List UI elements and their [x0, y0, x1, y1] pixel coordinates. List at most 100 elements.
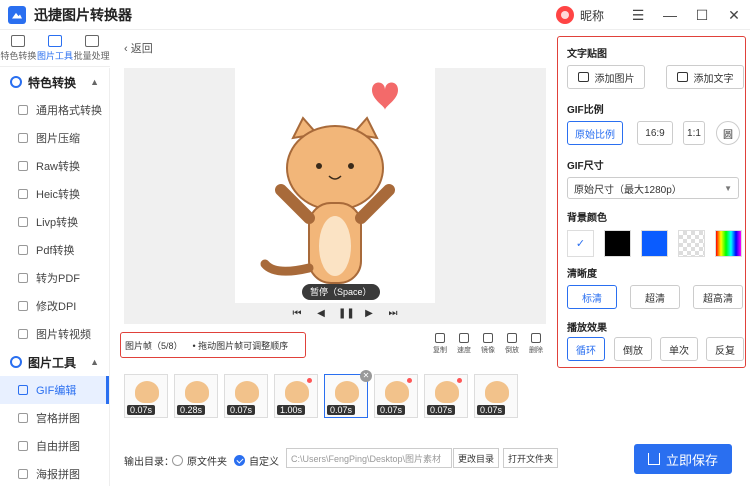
ratio-original-button[interactable]: 原始比例 — [567, 121, 623, 145]
frame-thumb-selected[interactable]: ✕ 0.07s — [324, 370, 372, 418]
mirror-button[interactable]: 镜像 — [478, 333, 498, 355]
sidebar-item[interactable]: Pdf转换 — [0, 236, 109, 264]
sidebar-item[interactable]: 修改DPI — [0, 292, 109, 320]
frame-image — [285, 381, 309, 403]
bg-custom-swatch[interactable] — [715, 230, 742, 257]
pause-icon[interactable]: ❚❚ — [338, 308, 355, 319]
convert-icon — [11, 35, 26, 47]
group-icon — [10, 356, 22, 368]
add-image-button[interactable]: 添加图片 — [567, 65, 645, 89]
bg-blue-swatch[interactable] — [641, 230, 668, 257]
bg-black-swatch[interactable] — [604, 230, 631, 257]
sidebar-item-label: 自由拼图 — [36, 441, 80, 453]
sidebar-group-tools[interactable]: 图片工具 ▲ — [0, 348, 109, 376]
next-frame-icon[interactable]: ▶ — [362, 308, 376, 319]
play-once-button[interactable]: 单次 — [660, 337, 698, 361]
save-label: 立即保存 — [665, 452, 718, 468]
frame-thumb[interactable]: 0.07s — [424, 374, 468, 418]
delete-button[interactable]: 删除 — [526, 333, 546, 355]
avatar[interactable] — [555, 6, 574, 24]
tab-batch[interactable]: 批量处理 — [73, 31, 110, 66]
sidebar-item[interactable]: 图片转视频 — [0, 320, 109, 348]
close-icon[interactable]: ✕ — [718, 7, 750, 24]
sidebar-item[interactable]: 海报拼图 — [0, 460, 109, 486]
save-now-button[interactable]: 立即保存 — [634, 444, 732, 474]
frame-thumb[interactable]: 0.07s — [474, 374, 518, 418]
frame-thumb[interactable]: 0.07s — [374, 374, 418, 418]
chevron-down-icon: ▼ — [724, 183, 732, 193]
radio-custom-folder[interactable]: 自定义 — [234, 453, 279, 468]
item-icon — [18, 217, 28, 227]
sidebar-item-gif-edit[interactable]: GIF编辑 — [0, 376, 109, 404]
nickname[interactable]: 昵称 — [580, 7, 604, 24]
frame-thumb[interactable]: 0.07s — [224, 374, 268, 418]
ratio-circle-button[interactable]: 圆 — [716, 121, 740, 145]
clarity-hd-button[interactable]: 超清 — [630, 285, 680, 309]
play-loop-button[interactable]: 循环 — [567, 337, 605, 361]
frame-thumb[interactable]: 0.07s — [124, 374, 168, 418]
frame-duration[interactable]: 0.07s — [377, 405, 406, 415]
menu-icon[interactable]: ☰ — [622, 7, 654, 24]
frame-thumb[interactable]: 0.28s — [174, 374, 218, 418]
gif-size-select[interactable]: 原始尺寸（最大1280p） ▼ — [567, 177, 739, 199]
minimize-icon[interactable]: — — [654, 7, 686, 23]
bg-white-swatch[interactable]: ✓ — [567, 230, 594, 257]
add-text-button[interactable]: 添加文字 — [666, 65, 744, 89]
frame-thumb[interactable]: 1.00s — [274, 374, 318, 418]
frame-duration[interactable]: 0.07s — [477, 405, 506, 415]
play-repeat-button[interactable]: 反复 — [706, 337, 744, 361]
frame-duration[interactable]: 0.07s — [427, 405, 456, 415]
remove-frame-icon[interactable]: ✕ — [360, 370, 372, 382]
sidebar-item-label: Raw转换 — [36, 161, 81, 173]
frame-duration[interactable]: 0.07s — [327, 405, 356, 415]
maximize-icon[interactable]: ☐ — [686, 7, 718, 24]
first-frame-icon[interactable]: ⏮ — [290, 308, 304, 319]
trash-icon — [531, 333, 541, 343]
tab-image-tools[interactable]: 图片工具 — [37, 31, 74, 66]
item-icon — [18, 469, 28, 479]
prev-frame-icon[interactable]: ◀ — [314, 308, 328, 319]
frame-duration[interactable]: 0.07s — [127, 405, 156, 415]
batch-icon — [84, 35, 99, 47]
sidebar-item[interactable]: Livp转换 — [0, 208, 109, 236]
clarity-sd-button[interactable]: 标清 — [567, 285, 617, 309]
nav-tabs: 特色转换 图片工具 批量处理 — [0, 31, 110, 67]
frame-duration[interactable]: 1.00s — [277, 405, 306, 415]
frame-duration[interactable]: 0.07s — [227, 405, 256, 415]
frame-duration[interactable]: 0.28s — [177, 405, 206, 415]
play-reverse-button[interactable]: 倒放 — [614, 337, 652, 361]
sidebar-item[interactable]: Heic转换 — [0, 180, 109, 208]
sidebar-item[interactable]: Raw转换 — [0, 152, 109, 180]
chevron-left-icon: ‹ — [124, 43, 128, 55]
sidebar-item[interactable]: 图片压缩 — [0, 124, 109, 152]
reverse-button[interactable]: 倒放 — [502, 333, 522, 355]
sidebar-item[interactable]: 通用格式转换 — [0, 96, 109, 124]
tool-label: 速度 — [457, 347, 471, 354]
mirror-icon — [483, 333, 493, 343]
radio-original-folder[interactable]: 原文件夹 — [172, 453, 227, 468]
tab-feature-convert[interactable]: 特色转换 — [0, 31, 37, 66]
frame-tools: 复制 速度 镜像 倒放 删除 — [430, 333, 546, 355]
last-frame-icon[interactable]: ⏭ — [386, 308, 400, 319]
clarity-uhd-button[interactable]: 超高清 — [693, 285, 743, 309]
frame-image — [385, 381, 409, 403]
chevron-up-icon: ▲ — [90, 357, 99, 367]
sidebar-item-label: 海报拼图 — [36, 469, 80, 481]
change-dir-button[interactable]: 更改目录 — [453, 448, 500, 468]
open-folder-button[interactable]: 打开文件夹 — [503, 448, 559, 468]
sidebar-item[interactable]: 宫格拼图 — [0, 404, 109, 432]
sidebar-item[interactable]: 转为PDF — [0, 264, 109, 292]
back-button[interactable]: ‹ 返回 — [124, 40, 153, 56]
gif-canvas — [235, 68, 435, 303]
output-path-input[interactable] — [286, 448, 452, 468]
item-icon — [18, 161, 28, 171]
bg-transparent-swatch[interactable] — [678, 230, 705, 257]
speed-button[interactable]: 速度 — [454, 333, 474, 355]
ratio-1-1-button[interactable]: 1:1 — [683, 121, 705, 145]
section-title: 播放效果 — [567, 323, 607, 334]
copy-button[interactable]: 复制 — [430, 333, 450, 355]
sidebar-item[interactable]: 自由拼图 — [0, 432, 109, 460]
sidebar-group-feature[interactable]: 特色转换 ▲ — [0, 68, 109, 96]
tool-label: 复制 — [433, 347, 447, 354]
ratio-16-9-button[interactable]: 16:9 — [637, 121, 673, 145]
